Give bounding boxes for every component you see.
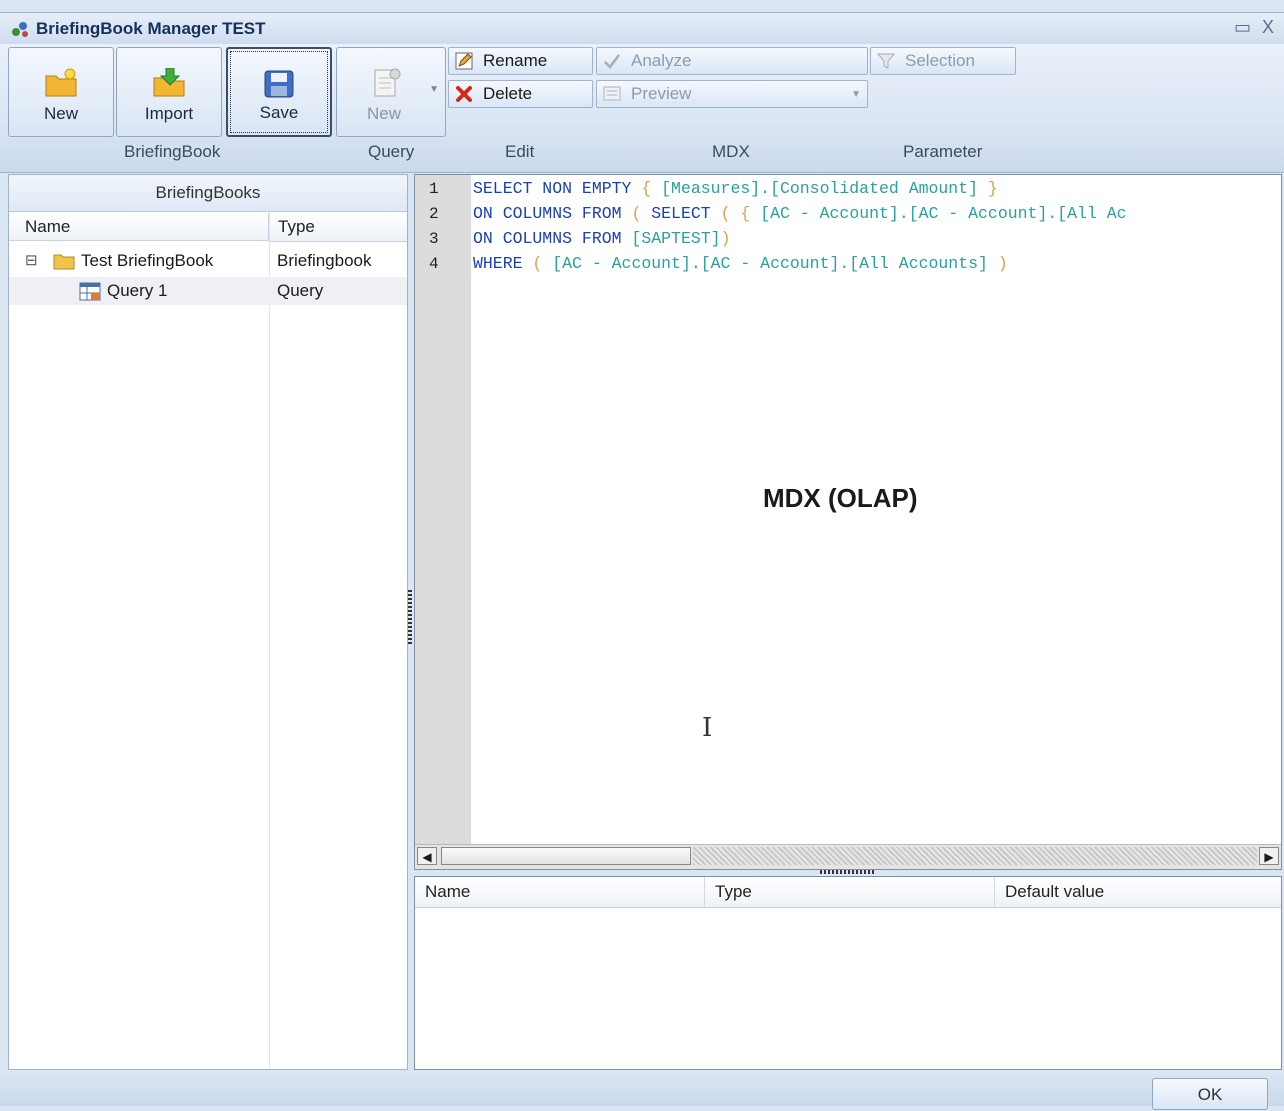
- save-button[interactable]: Save: [226, 47, 332, 137]
- close-icon[interactable]: X: [1262, 17, 1274, 38]
- folder-icon: [53, 254, 75, 270]
- selection-label: Selection: [905, 51, 975, 70]
- restore-icon[interactable]: ▭: [1234, 17, 1251, 38]
- tree-item-name: Query 1: [107, 281, 168, 300]
- rename-button[interactable]: Rename: [448, 47, 593, 75]
- mdx-editor[interactable]: 1 2 3 4 SELECT NON EMPTY { [Measures].[C…: [414, 174, 1282, 870]
- new-briefingbook-button[interactable]: New: [8, 47, 114, 137]
- rename-label: Rename: [483, 51, 548, 70]
- checkmark-icon: [604, 54, 620, 69]
- save-label: Save: [259, 103, 299, 122]
- line-number-gutter: 1 2 3 4: [415, 175, 471, 845]
- status-bar: OK: [0, 1072, 1284, 1110]
- tree-item-type: Briefingbook: [277, 251, 372, 270]
- new-query-label: New: [366, 104, 401, 123]
- code-line-2: ON COLUMNS FROM ( SELECT ( { [AC - Accou…: [473, 204, 1127, 223]
- scrollbar-thumb[interactable]: [441, 847, 691, 865]
- text-cursor-icon: I: [702, 713, 713, 743]
- collapse-icon[interactable]: ⊟: [25, 247, 38, 275]
- window-title: BriefingBook Manager TEST: [36, 19, 266, 38]
- line-number: 3: [429, 230, 439, 248]
- app-icon: [12, 22, 28, 37]
- scrollbar-track[interactable]: [693, 847, 1257, 865]
- briefingbooks-panel: BriefingBooks Name Type ⊟ Test BriefingB…: [8, 174, 408, 1070]
- import-label: Import: [144, 104, 194, 123]
- column-header-type[interactable]: Type: [705, 877, 995, 907]
- mdx-olap-label: MDX (OLAP): [763, 483, 918, 513]
- group-caption-edit: Edit: [505, 142, 535, 161]
- column-header-type[interactable]: Type: [270, 213, 407, 242]
- new-query-icon: [374, 68, 401, 97]
- line-number: 4: [429, 255, 439, 273]
- vertical-splitter-handle[interactable]: [408, 590, 412, 646]
- line-number: 2: [429, 205, 439, 223]
- column-header-name[interactable]: Name: [415, 877, 705, 907]
- new-briefingbook-label: New: [43, 104, 78, 123]
- tree-item-name: Test BriefingBook: [81, 251, 214, 270]
- preview-dropdown[interactable]: Preview ▼: [596, 80, 868, 108]
- tree-row-query[interactable]: Query 1 Query: [9, 277, 407, 305]
- code-line-3: ON COLUMNS FROM [SAPTEST]): [473, 229, 731, 248]
- code-line-4: WHERE ( [AC - Account].[AC - Account].[A…: [473, 254, 1008, 273]
- group-caption-briefingbook: BriefingBook: [124, 142, 221, 161]
- delete-button[interactable]: Delete: [448, 80, 593, 108]
- import-icon: [153, 68, 185, 97]
- new-query-button[interactable]: New ▼: [336, 47, 446, 137]
- column-divider: [269, 213, 270, 1069]
- new-folder-icon: [45, 68, 77, 97]
- ribbon: New Import Save BriefingBook New ▼ Query: [0, 44, 1284, 173]
- chevron-down-icon: ▼: [851, 89, 861, 100]
- delete-label: Delete: [483, 84, 533, 103]
- tree-item-type: Query: [277, 281, 324, 300]
- horizontal-scrollbar[interactable]: ◀ ▶: [415, 844, 1281, 869]
- query-table-icon: [79, 282, 101, 301]
- line-number: 1: [429, 180, 439, 198]
- group-caption-query: Query: [368, 142, 415, 161]
- code-line-1: SELECT NON EMPTY { [Measures].[Consolida…: [473, 179, 998, 198]
- preview-label: Preview: [631, 84, 692, 103]
- rename-pencil-icon: [455, 52, 473, 70]
- horizontal-splitter-handle[interactable]: [820, 870, 874, 874]
- import-button[interactable]: Import: [116, 47, 222, 137]
- parameters-grid: Name Type Default value: [414, 876, 1282, 1070]
- analyze-label: Analyze: [631, 51, 692, 70]
- delete-x-icon: [456, 86, 472, 102]
- preview-icon: [603, 86, 621, 101]
- column-header-default-value[interactable]: Default value: [995, 877, 1283, 907]
- ok-button[interactable]: OK: [1152, 1078, 1268, 1110]
- group-caption-parameter: Parameter: [903, 142, 983, 161]
- parameters-header: Name Type Default value: [415, 877, 1281, 908]
- group-caption-mdx: MDX: [712, 142, 750, 161]
- tree-row-briefingbook[interactable]: ⊟ Test BriefingBook Briefingbook: [9, 247, 407, 275]
- briefingbooks-panel-header: BriefingBooks: [9, 175, 407, 212]
- scroll-left-icon[interactable]: ◀: [417, 847, 437, 865]
- save-icon: [264, 70, 294, 98]
- funnel-icon: [877, 53, 895, 69]
- title-bar: BriefingBook Manager TEST ▭ X: [0, 12, 1284, 45]
- column-header-name[interactable]: Name: [9, 213, 269, 241]
- scroll-right-icon[interactable]: ▶: [1259, 847, 1279, 865]
- selection-button[interactable]: Selection: [870, 47, 1016, 75]
- analyze-button[interactable]: Analyze: [596, 47, 868, 75]
- dropdown-arrow-icon[interactable]: ▼: [429, 84, 439, 95]
